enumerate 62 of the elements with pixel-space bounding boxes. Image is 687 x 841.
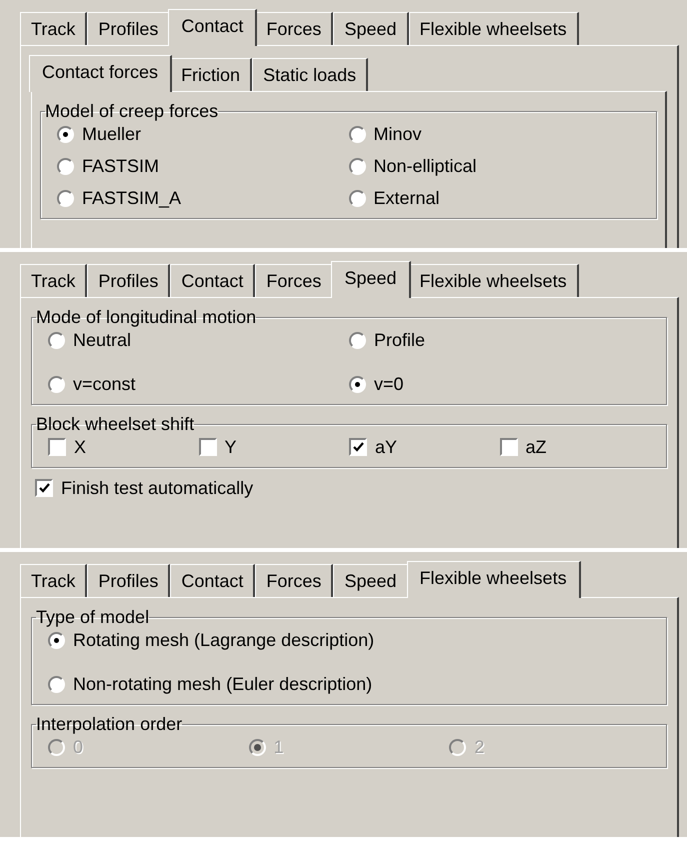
radio-label: FASTSIM <box>82 155 160 178</box>
checkbox-label: aZ <box>526 436 547 459</box>
radio-label: Neutral <box>73 329 132 352</box>
tab[interactable]: Forces <box>255 12 334 45</box>
radio-button[interactable] <box>48 632 65 648</box>
tab[interactable]: Speed <box>333 564 408 597</box>
tab[interactable]: Friction <box>170 58 252 91</box>
radio-label: External <box>374 187 440 210</box>
group-title: Block wheelset shift <box>36 413 194 435</box>
tab[interactable]: Track <box>20 12 88 45</box>
tab[interactable]: Contact <box>170 564 256 597</box>
checkbox[interactable] <box>35 479 53 497</box>
checkbox[interactable] <box>500 438 518 456</box>
tab[interactable]: Forces <box>255 564 334 597</box>
tab[interactable]: Speed <box>333 12 408 45</box>
checkmark-icon <box>352 442 364 452</box>
checkbox-label: Y <box>224 436 237 459</box>
radio-label: FASTSIM_A <box>82 187 182 210</box>
tab[interactable]: Contact <box>170 264 256 297</box>
tab[interactable]: Speed <box>331 261 410 298</box>
checkbox[interactable] <box>198 438 216 456</box>
radio-label: Minov <box>374 123 422 146</box>
checkbox-label: Finish test automatically <box>61 477 254 500</box>
checkbox-label: X <box>74 436 86 459</box>
tab[interactable]: Contact <box>168 9 258 46</box>
radio-button[interactable] <box>57 190 74 206</box>
radio-button[interactable] <box>48 376 65 392</box>
group-title: Interpolation order <box>36 713 182 735</box>
group-title: Mode of longitudinal motion <box>36 306 256 328</box>
radio-label: v=0 <box>374 373 404 396</box>
tab[interactable]: Profiles <box>87 12 170 45</box>
tab[interactable]: Track <box>20 564 88 597</box>
radio-label: Rotating mesh (Lagrange description) <box>73 629 374 652</box>
checkbox[interactable] <box>48 438 66 456</box>
tab[interactable]: Static loads <box>252 58 368 91</box>
radio-button[interactable] <box>348 126 366 142</box>
radio-button[interactable] <box>348 190 366 206</box>
radio-button[interactable] <box>57 158 74 174</box>
group-title: Type of model <box>36 606 150 628</box>
radio-label: Non-rotating mesh (Euler description) <box>73 673 372 696</box>
radio-button[interactable] <box>57 126 74 142</box>
radio-label: v=const <box>73 373 136 396</box>
tab[interactable]: Profiles <box>87 264 170 297</box>
tab[interactable]: Contact forces <box>29 55 172 92</box>
radio-label: Mueller <box>82 123 142 146</box>
radio-button[interactable] <box>349 376 366 392</box>
radio-label: Profile <box>374 329 426 352</box>
tab[interactable]: Flexible wheelsets <box>406 561 581 598</box>
radio-button[interactable] <box>348 158 366 174</box>
tab[interactable]: Track <box>20 264 88 297</box>
tab[interactable]: Forces <box>255 264 334 297</box>
radio-button[interactable] <box>48 676 65 692</box>
tab[interactable]: Profiles <box>87 564 170 597</box>
tab[interactable]: Flexible wheelsets <box>408 12 579 45</box>
radio-label: Non-elliptical <box>374 155 477 178</box>
radio-button[interactable] <box>48 332 65 348</box>
checkbox-label: aY <box>375 436 398 459</box>
checkbox[interactable] <box>349 438 367 456</box>
tab[interactable]: Flexible wheelsets <box>408 264 579 297</box>
group-title: Model of creep forces <box>45 100 218 122</box>
radio-button[interactable] <box>349 332 366 348</box>
checkmark-icon <box>38 483 50 493</box>
